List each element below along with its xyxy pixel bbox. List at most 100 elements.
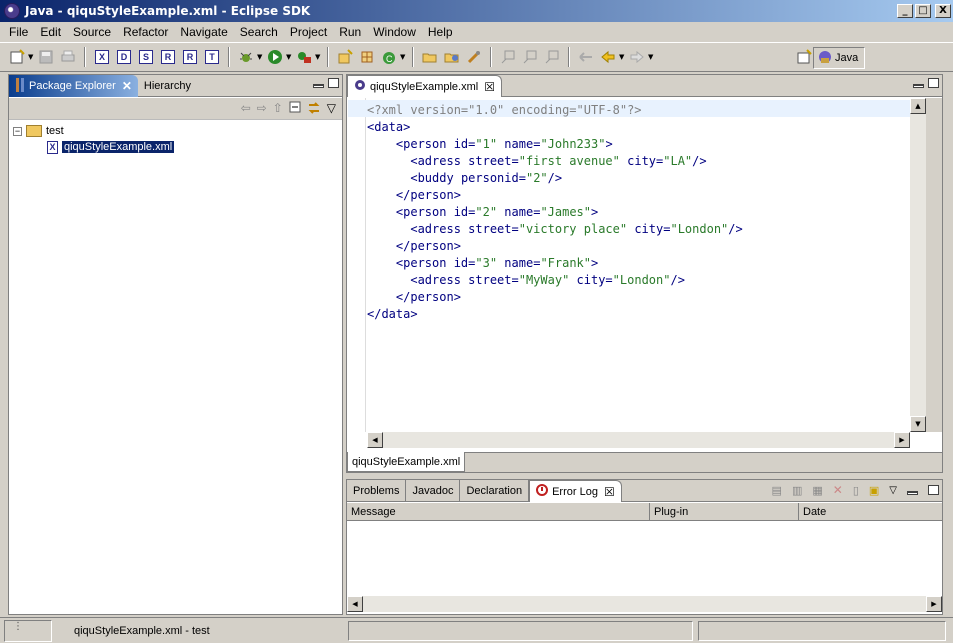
code-line[interactable]: <buddy personid="2"/> [367, 170, 743, 187]
scroll-left-icon[interactable]: ◀ [347, 596, 363, 612]
column-message[interactable]: Message [347, 503, 650, 521]
java-perspective-button[interactable]: Java [813, 47, 866, 69]
menu-help[interactable]: Help [422, 25, 459, 39]
prev-annotation-icon[interactable] [521, 48, 539, 66]
print-icon[interactable] [59, 48, 77, 66]
menu-file[interactable]: File [3, 25, 34, 39]
run-icon[interactable] [266, 48, 284, 66]
xml-wizard-t-icon[interactable]: T [203, 48, 221, 66]
code-line[interactable]: <person id="2" name="James"> [367, 204, 743, 221]
xml-source-text[interactable]: <?xml version="1.0" encoding="UTF-8"?> <d… [367, 102, 743, 323]
clear-log-icon[interactable]: ▦ [812, 484, 822, 497]
forward-dropdown-icon[interactable]: ▼ [648, 53, 655, 61]
forward-view-icon[interactable]: ⇨ [257, 101, 267, 118]
save-icon[interactable] [37, 48, 55, 66]
new-class-dropdown-icon[interactable]: ▼ [400, 53, 407, 61]
new-wizard-icon[interactable] [8, 48, 26, 66]
tab-source-page[interactable]: qiquStyleExample.xml [347, 452, 466, 472]
minimize-panel-icon[interactable] [907, 491, 918, 495]
last-edit-location-icon[interactable] [543, 48, 561, 66]
xml-wizard-x-icon[interactable]: X [93, 48, 111, 66]
menu-search[interactable]: Search [234, 25, 284, 39]
xml-wizard-r-icon[interactable]: R [159, 48, 177, 66]
menu-edit[interactable]: Edit [34, 25, 67, 39]
new-dropdown-icon[interactable]: ▼ [28, 53, 35, 61]
close-view-icon[interactable]: ✕ [122, 79, 132, 93]
code-line[interactable]: <data> [367, 119, 743, 136]
delete-log-icon[interactable]: ✕ [833, 483, 843, 497]
maximize-button[interactable]: □ [915, 4, 931, 18]
minimize-view-icon[interactable] [313, 84, 324, 88]
column-plugin[interactable]: Plug-in [650, 503, 799, 521]
eclipse-logo-icon[interactable] [4, 3, 20, 19]
debug-dropdown-icon[interactable]: ▼ [257, 53, 264, 61]
debug-icon[interactable] [237, 48, 255, 66]
menu-window[interactable]: Window [367, 25, 422, 39]
menu-run[interactable]: Run [333, 25, 367, 39]
xml-wizard-r2-icon[interactable]: R [181, 48, 199, 66]
column-date[interactable]: Date [799, 503, 942, 521]
link-with-editor-icon[interactable] [307, 101, 321, 118]
scroll-left-icon[interactable]: ◀ [367, 432, 383, 448]
menu-project[interactable]: Project [284, 25, 333, 39]
code-line[interactable]: </data> [367, 306, 743, 323]
code-line[interactable]: </person> [367, 289, 743, 306]
open-perspective-icon[interactable] [795, 48, 813, 66]
error-log-scrollbar[interactable]: ◀ ▶ [347, 596, 942, 612]
tab-hierarchy[interactable]: Hierarchy [138, 75, 197, 97]
external-tools-icon[interactable] [295, 48, 313, 66]
tab-package-explorer[interactable]: Package Explorer ✕ [9, 75, 138, 97]
search-icon[interactable] [465, 48, 483, 66]
view-menu-icon[interactable]: ▽ [327, 101, 336, 118]
close-error-log-icon[interactable]: ☒ [604, 485, 615, 499]
menu-source[interactable]: Source [67, 25, 117, 39]
open-log-icon[interactable]: ▯ [853, 484, 859, 497]
new-package-icon[interactable] [358, 48, 376, 66]
maximize-editor-icon[interactable] [928, 78, 939, 88]
back-dropdown-icon[interactable]: ▼ [619, 53, 626, 61]
code-line[interactable]: <adress street="MyWay" city="London"/> [367, 272, 743, 289]
back-view-icon[interactable]: ⇦ [241, 101, 251, 118]
back-gray-icon[interactable] [577, 48, 595, 66]
scroll-right-icon[interactable]: ▶ [926, 596, 942, 612]
code-line[interactable]: <adress street="first avenue" city="LA"/… [367, 153, 743, 170]
tree-item-project[interactable]: − test [13, 123, 174, 139]
code-line[interactable]: <person id="1" name="John233"> [367, 136, 743, 153]
code-line[interactable]: </person> [367, 238, 743, 255]
run-dropdown-icon[interactable]: ▼ [286, 53, 293, 61]
export-log-icon[interactable]: ▤ [772, 484, 782, 497]
back-icon[interactable] [599, 48, 617, 66]
xml-wizard-d-icon[interactable]: D [115, 48, 133, 66]
maximize-panel-icon[interactable] [928, 485, 939, 495]
code-line[interactable]: <person id="3" name="Frank"> [367, 255, 743, 272]
scroll-right-icon[interactable]: ▶ [894, 432, 910, 448]
view-menu-icon[interactable]: ▽ [889, 485, 897, 496]
restore-log-icon[interactable]: ▣ [869, 484, 879, 497]
close-editor-icon[interactable]: ☒ [484, 80, 495, 94]
external-tools-dropdown-icon[interactable]: ▼ [315, 53, 322, 61]
tab-error-log[interactable]: Error Log ☒ [529, 480, 622, 502]
minimize-button[interactable]: _ [897, 4, 913, 18]
horizontal-scrollbar[interactable]: ◀ ▶ [367, 432, 910, 448]
scroll-down-icon[interactable]: ▼ [910, 416, 926, 432]
new-java-project-icon[interactable] [336, 48, 354, 66]
vertical-scrollbar[interactable]: ▲ ▼ [910, 98, 926, 432]
menu-navigate[interactable]: Navigate [174, 25, 233, 39]
import-log-icon[interactable]: ▥ [792, 484, 802, 497]
scroll-up-icon[interactable]: ▲ [910, 98, 926, 114]
up-view-icon[interactable]: ⇧ [273, 101, 283, 118]
tab-problems[interactable]: Problems [347, 480, 407, 502]
menu-refactor[interactable]: Refactor [117, 25, 174, 39]
open-project-icon[interactable] [443, 48, 461, 66]
forward-icon[interactable] [628, 48, 646, 66]
collapse-all-icon[interactable] [289, 101, 301, 118]
code-line[interactable]: <adress street="victory place" city="Lon… [367, 221, 742, 238]
maximize-view-icon[interactable] [328, 78, 339, 88]
code-line[interactable]: <?xml version="1.0" encoding="UTF-8"?> [367, 102, 743, 119]
fast-view-bar[interactable]: ⋮ [4, 619, 52, 642]
open-type-icon[interactable] [421, 48, 439, 66]
tree-item-file[interactable]: X qiquStyleExample.xml [13, 139, 175, 155]
xml-wizard-s-icon[interactable]: S [137, 48, 155, 66]
tab-editor-file[interactable]: qiquStyleExample.xml ☒ [347, 75, 502, 97]
tab-javadoc[interactable]: Javadoc [406, 480, 461, 502]
